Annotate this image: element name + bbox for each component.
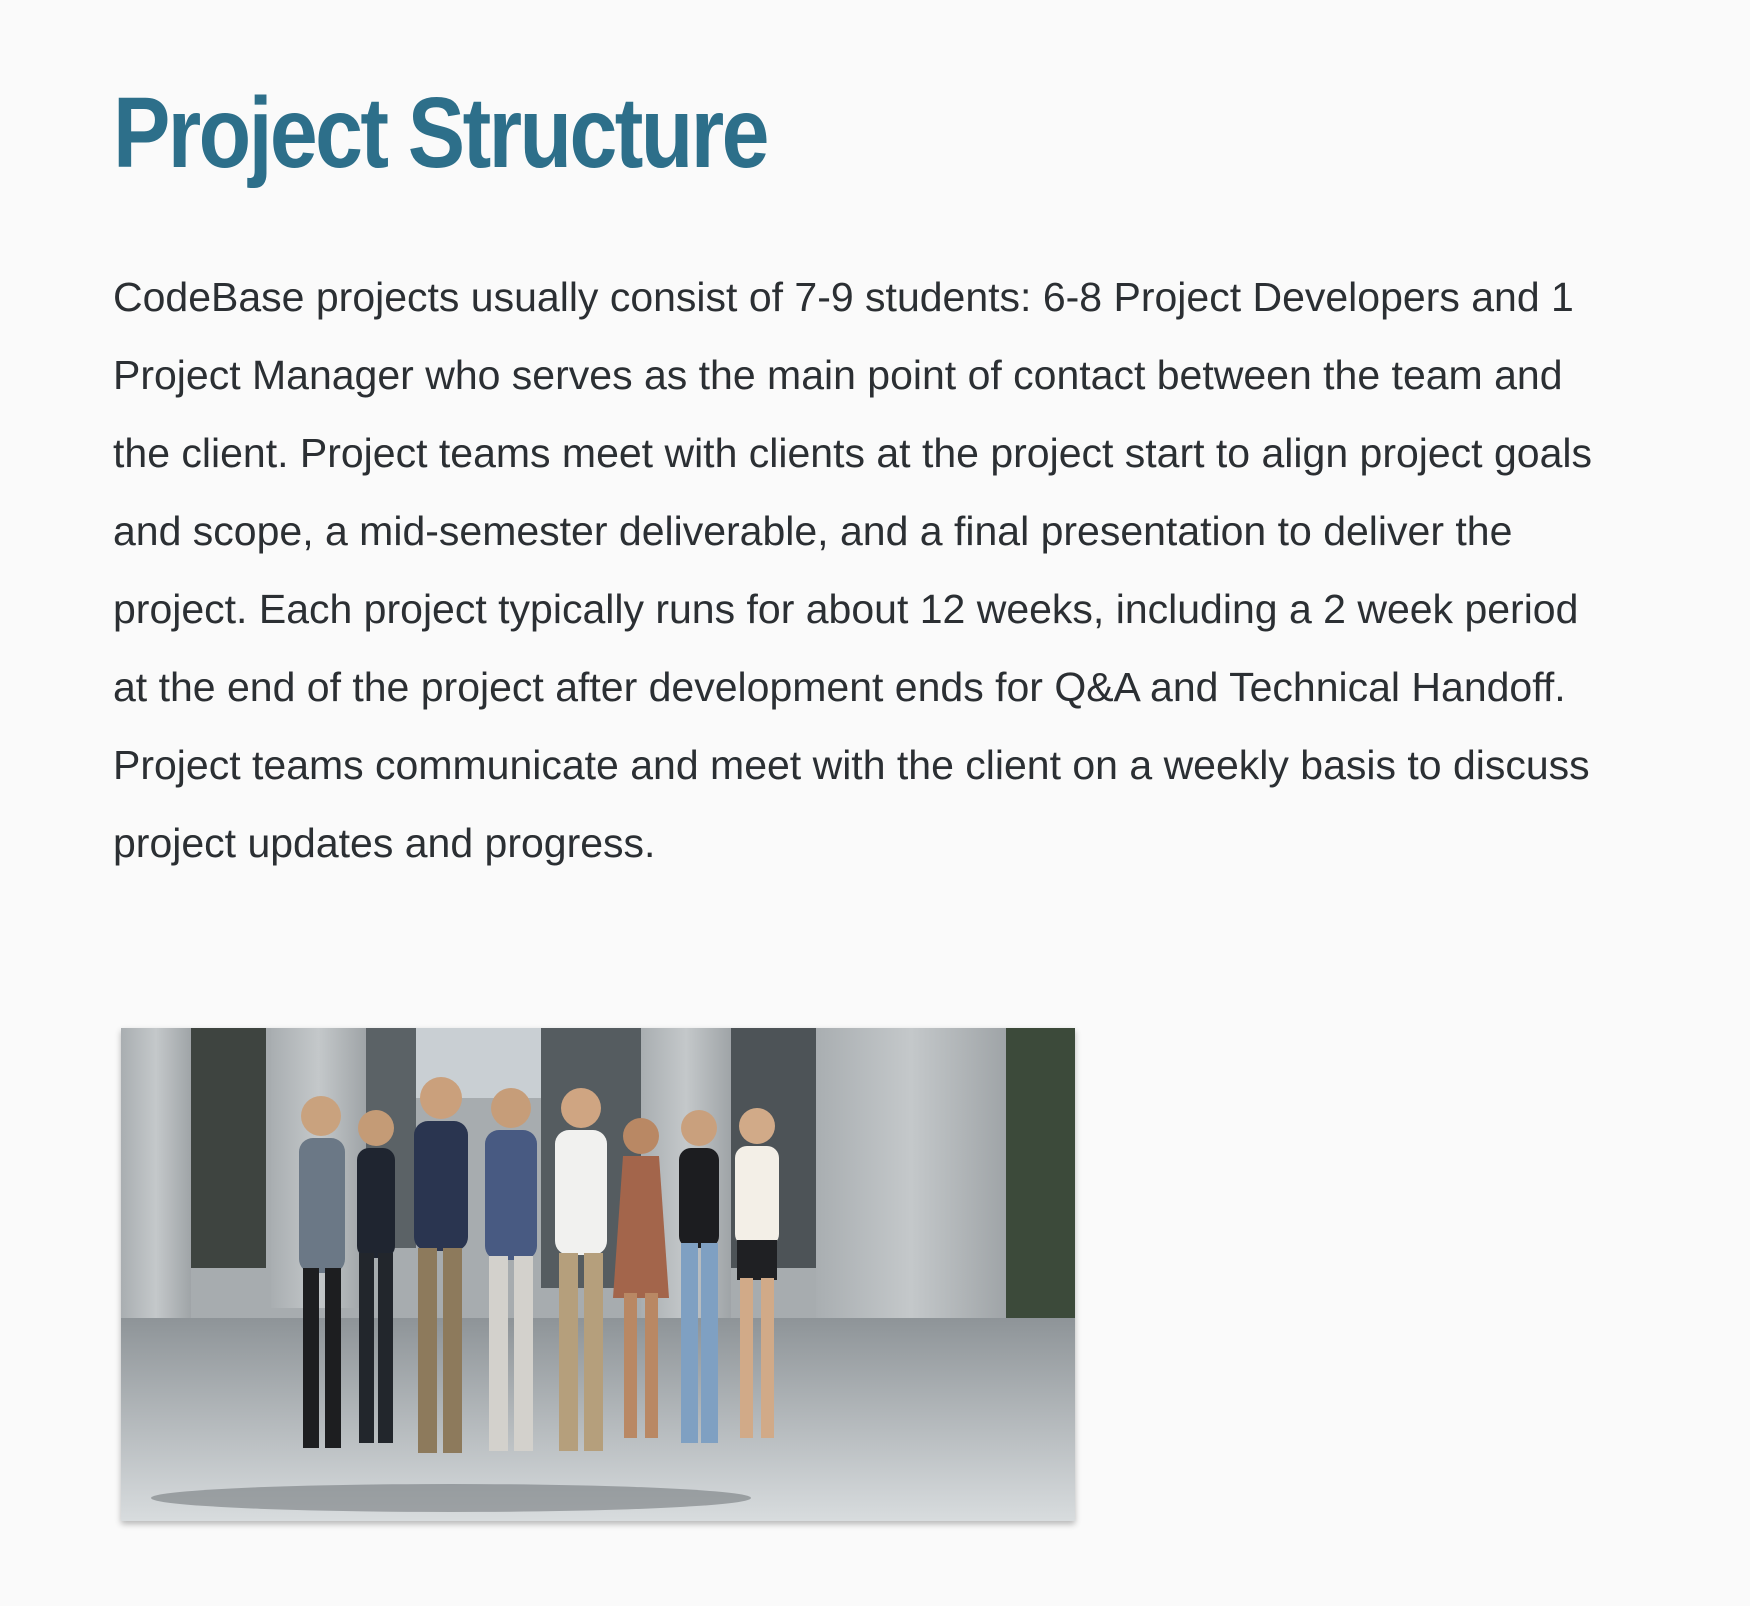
team-photo [121,1028,1075,1521]
project-description: CodeBase projects usually consist of 7-9… [113,274,1592,866]
page-title: Project Structure [113,77,769,189]
